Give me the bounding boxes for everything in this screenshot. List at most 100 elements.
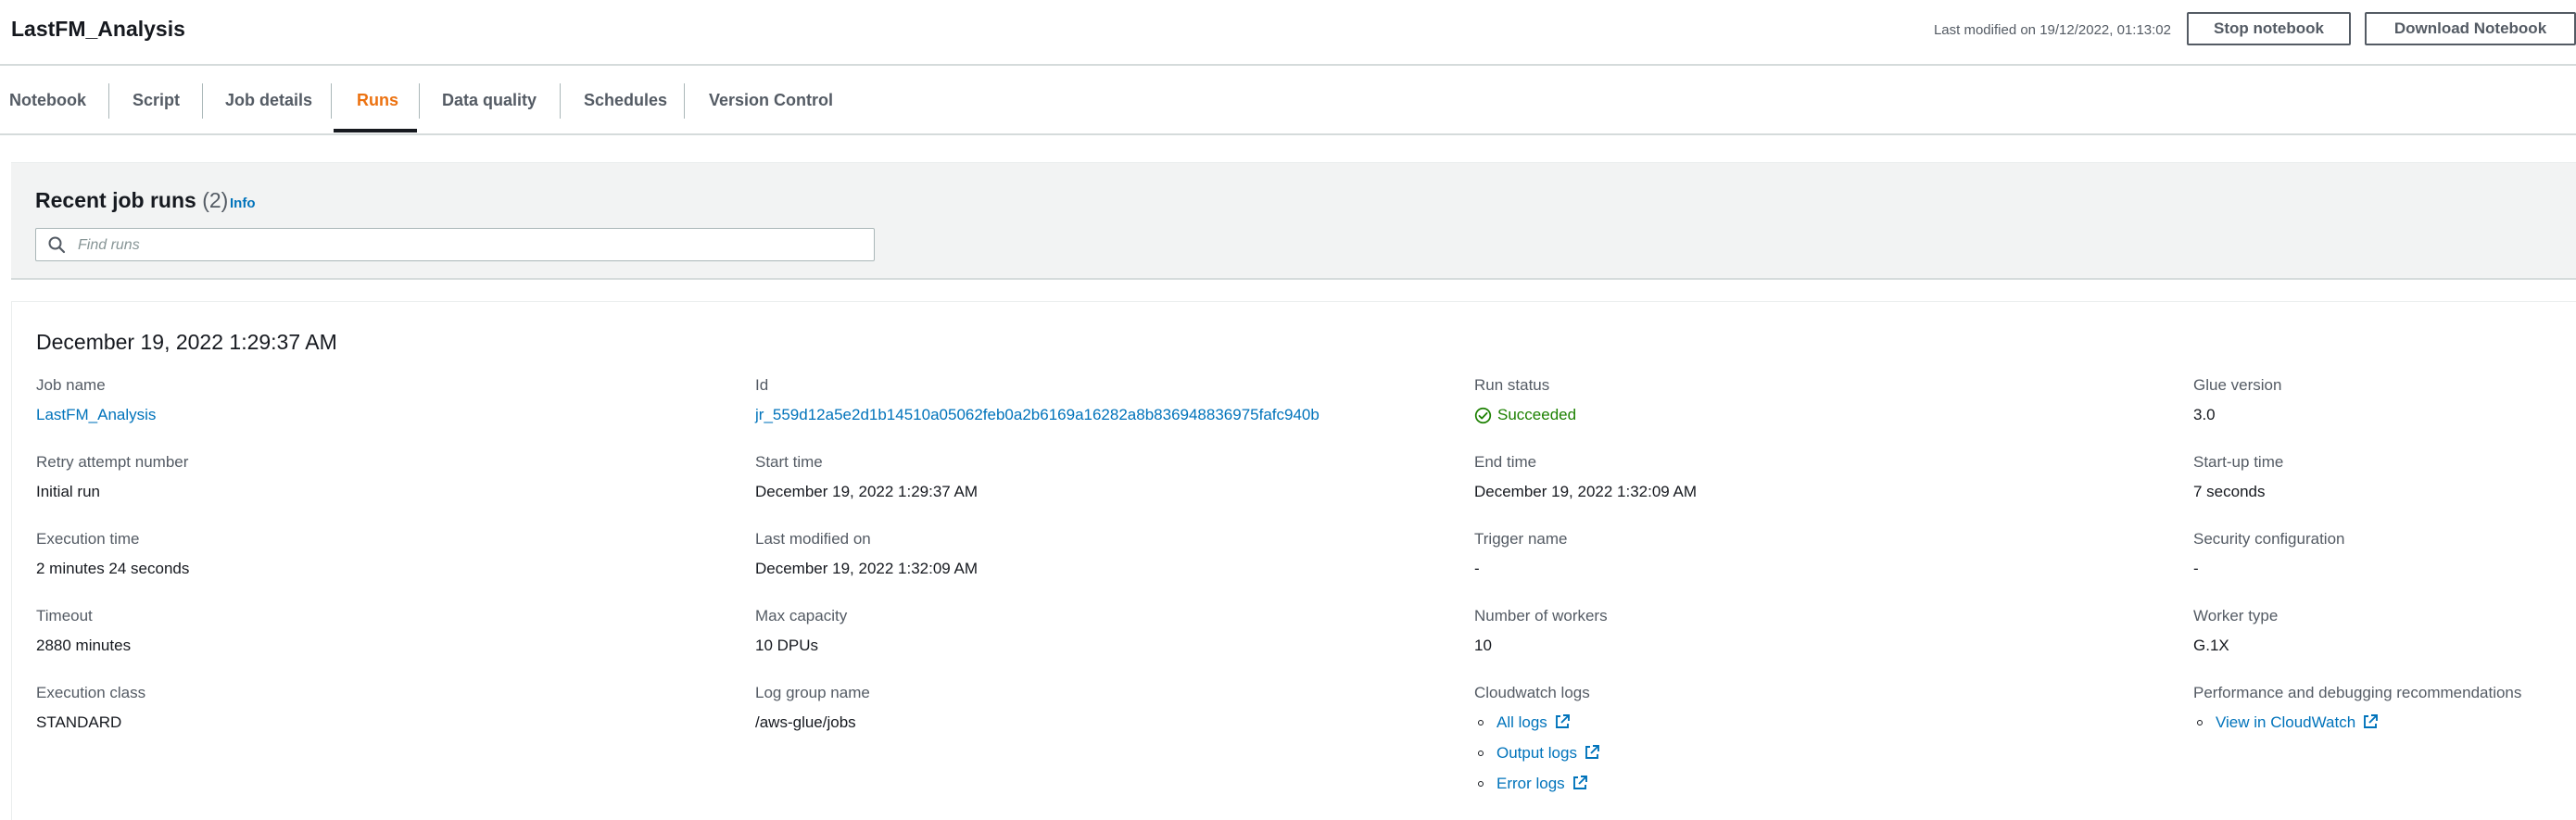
bullet xyxy=(1478,781,1484,787)
tab-divider xyxy=(331,83,332,119)
field-execution-class: Execution class STANDARD xyxy=(36,683,145,733)
field-security-configuration: Security configuration - xyxy=(2193,529,2344,579)
field-max-capacity: Max capacity 10 DPUs xyxy=(755,606,847,656)
success-check-icon xyxy=(1474,407,1492,423)
field-label: Start-up time xyxy=(2193,453,2284,471)
field-label: Execution time xyxy=(36,530,140,548)
tab-divider xyxy=(560,83,561,119)
runs-count: (2) xyxy=(202,188,229,212)
info-link[interactable]: Info xyxy=(230,196,256,211)
field-cloudwatch-logs: Cloudwatch logs All logs Output logs Err… xyxy=(1474,683,1600,804)
field-label: Run status xyxy=(1474,376,1550,394)
field-worker-type: Worker type G.1X xyxy=(2193,606,2278,656)
search-icon xyxy=(48,236,66,254)
tab-job-details[interactable]: Job details xyxy=(225,78,312,132)
tab-divider xyxy=(419,83,420,119)
find-runs-input[interactable] xyxy=(76,233,858,259)
field-label: Glue version xyxy=(2193,376,2282,394)
run-status-value: Succeeded xyxy=(1474,405,1576,425)
tab-divider xyxy=(108,83,109,119)
job-name-link[interactable]: LastFM_Analysis xyxy=(36,405,156,425)
field-value: 3.0 xyxy=(2193,406,2216,423)
field-log-group-name: Log group name /aws-glue/jobs xyxy=(755,683,870,733)
field-execution-time: Execution time 2 minutes 24 seconds xyxy=(36,529,189,579)
field-label: Last modified on xyxy=(755,530,871,548)
field-value: 7 seconds xyxy=(2193,483,2266,500)
field-trigger-name: Trigger name - xyxy=(1474,529,1567,579)
page-title: LastFM_Analysis xyxy=(11,17,185,41)
field-value: - xyxy=(1474,560,1480,577)
field-label: Number of workers xyxy=(1474,607,1608,624)
field-label: Execution class xyxy=(36,684,146,701)
field-value: G.1X xyxy=(2193,637,2229,654)
output-logs-link[interactable]: Output logs xyxy=(1496,743,1577,763)
field-glue-version: Glue version 3.0 xyxy=(2193,375,2281,425)
field-start-time: Start time December 19, 2022 1:29:37 AM xyxy=(755,452,978,502)
field-value: December 19, 2022 1:29:37 AM xyxy=(755,483,979,500)
field-label: Timeout xyxy=(36,607,93,624)
field-label: Job name xyxy=(36,376,106,394)
last-modified-text: Last modified on 19/12/2022, 01:13:02 xyxy=(1933,22,2171,38)
bullet xyxy=(1478,720,1484,725)
field-value: 2 minutes 24 seconds xyxy=(36,560,190,577)
section-title: Recent job runs (2) xyxy=(35,188,228,213)
tab-script[interactable]: Script xyxy=(133,78,180,132)
tab-schedules[interactable]: Schedules xyxy=(584,78,667,132)
tab-version-control[interactable]: Version Control xyxy=(709,78,833,132)
field-value: STANDARD xyxy=(36,713,122,731)
field-number-of-workers: Number of workers 10 xyxy=(1474,606,1608,656)
list-item: Error logs xyxy=(1474,774,1600,804)
tab-bar: Notebook Script Job details Runs Data qu… xyxy=(0,78,2576,135)
field-label: Retry attempt number xyxy=(36,453,189,471)
field-end-time: End time December 19, 2022 1:32:09 AM xyxy=(1474,452,1697,502)
status-text: Succeeded xyxy=(1497,406,1577,423)
external-link-icon xyxy=(2364,714,2379,728)
run-title: December 19, 2022 1:29:37 AM xyxy=(36,330,337,354)
field-label: Security configuration xyxy=(2193,530,2345,548)
field-timeout: Timeout 2880 minutes xyxy=(36,606,131,656)
performance-links: View in CloudWatch xyxy=(2193,713,2521,743)
page-header: LastFM_Analysis Last modified on 19/12/2… xyxy=(0,0,2576,66)
stop-notebook-button[interactable]: Stop notebook xyxy=(2187,12,2351,45)
run-id-link[interactable]: jr_559d12a5e2d1b14510a05062feb0a2b6169a1… xyxy=(755,405,1320,425)
field-id: Id jr_559d12a5e2d1b14510a05062feb0a2b616… xyxy=(755,375,1320,425)
field-value: 2880 minutes xyxy=(36,637,132,654)
recent-runs-title: Recent job runs xyxy=(35,188,196,212)
field-performance-recommendations: Performance and debugging recommendation… xyxy=(2193,683,2521,743)
tab-data-quality[interactable]: Data quality xyxy=(442,78,537,132)
list-item: Output logs xyxy=(1474,743,1600,774)
run-details-panel: December 19, 2022 1:29:37 AM Job name La… xyxy=(11,301,2576,820)
tab-runs[interactable]: Runs xyxy=(357,78,398,132)
field-label: Worker type xyxy=(2193,607,2279,624)
field-label: Max capacity xyxy=(755,607,848,624)
field-run-status: Run status Succeeded xyxy=(1474,375,1576,425)
field-value: - xyxy=(2193,560,2199,577)
bullet xyxy=(1478,751,1484,756)
list-item: All logs xyxy=(1474,713,1600,743)
field-retry-attempt: Retry attempt number Initial run xyxy=(36,452,188,502)
tab-divider xyxy=(684,83,685,119)
field-label: Log group name xyxy=(755,684,870,701)
bullet xyxy=(2197,720,2203,725)
field-value: December 19, 2022 1:32:09 AM xyxy=(1474,483,1698,500)
cloudwatch-log-links: All logs Output logs Error logs xyxy=(1474,713,1600,804)
field-label: End time xyxy=(1474,453,1537,471)
tab-notebook[interactable]: Notebook xyxy=(9,78,86,132)
field-label: Cloudwatch logs xyxy=(1474,684,1590,701)
field-value: 10 DPUs xyxy=(755,637,819,654)
field-value: Initial run xyxy=(36,483,100,500)
field-label: Start time xyxy=(755,453,823,471)
all-logs-link[interactable]: All logs xyxy=(1496,713,1547,733)
download-notebook-button[interactable]: Download Notebook xyxy=(2365,12,2576,45)
view-in-cloudwatch-link[interactable]: View in CloudWatch xyxy=(2216,713,2355,733)
field-value: 10 xyxy=(1474,637,1492,654)
field-value: /aws-glue/jobs xyxy=(755,713,856,731)
field-last-modified-on: Last modified on December 19, 2022 1:32:… xyxy=(755,529,978,579)
error-logs-link[interactable]: Error logs xyxy=(1496,774,1565,794)
field-value: December 19, 2022 1:32:09 AM xyxy=(755,560,979,577)
active-tab-indicator xyxy=(334,129,417,132)
field-startup-time: Start-up time 7 seconds xyxy=(2193,452,2283,502)
external-link-icon xyxy=(1585,745,1599,759)
field-label: Id xyxy=(755,376,769,394)
external-link-icon xyxy=(1572,776,1587,789)
